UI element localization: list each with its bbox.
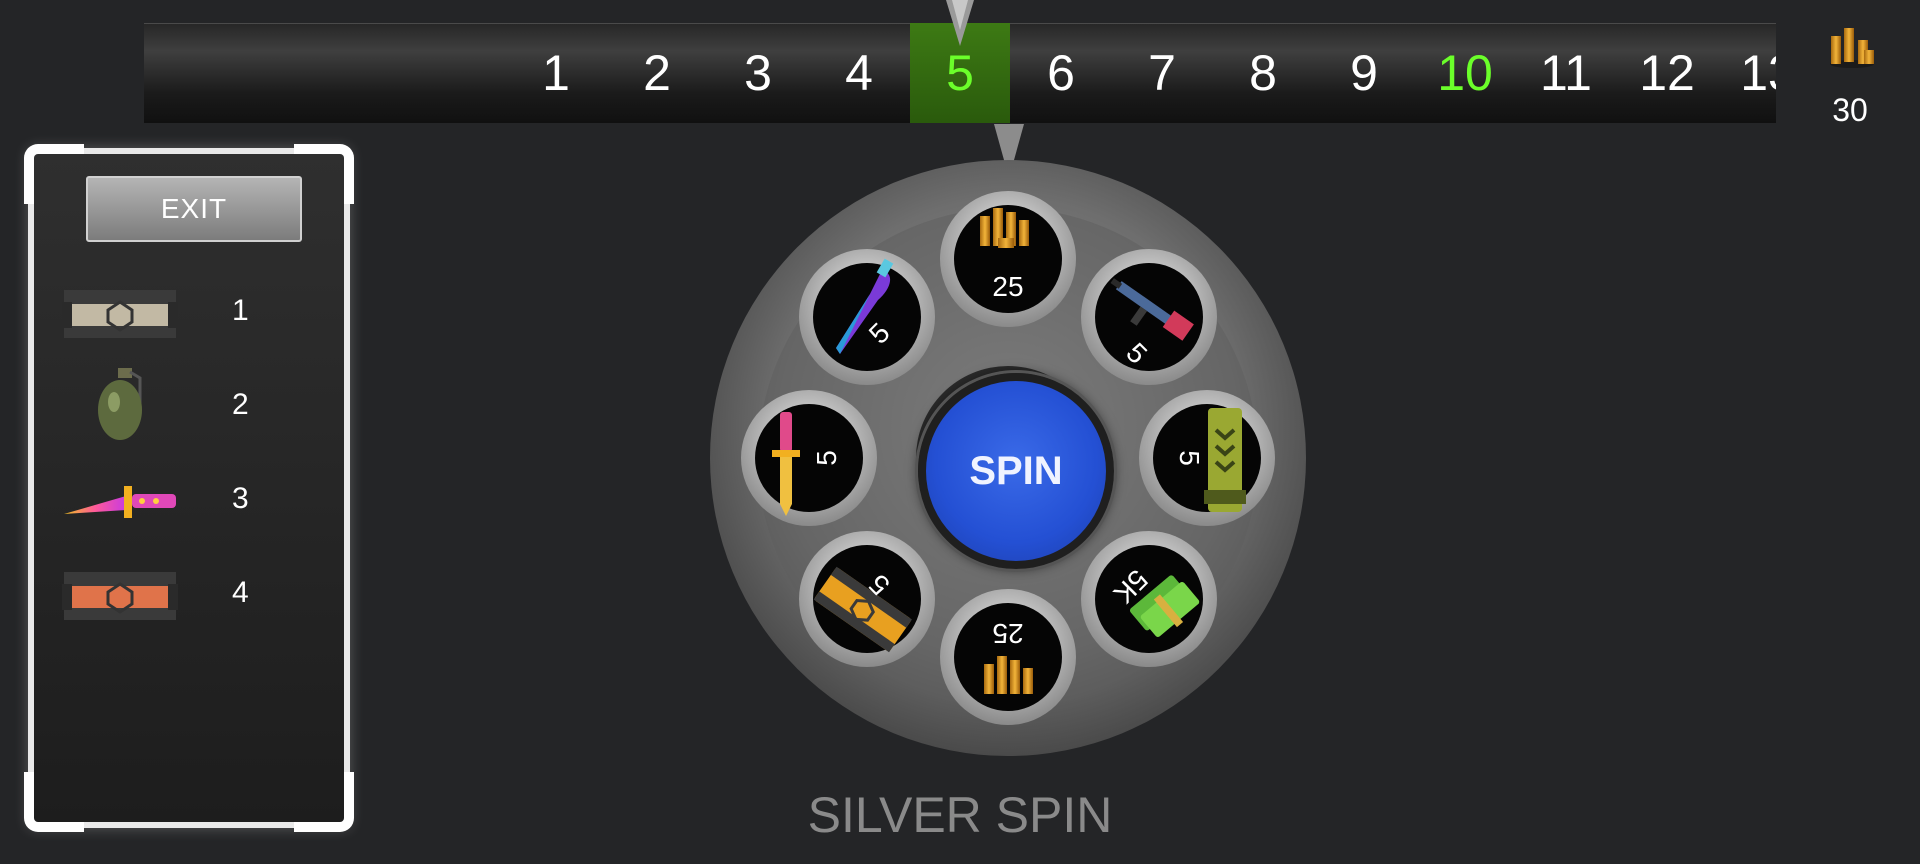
wheel-slot-value: 5 [811, 450, 842, 466]
wheel-slot-crate-5: 5 [799, 531, 935, 667]
wheel-slot-value: 25 [992, 618, 1023, 649]
coin-count: 30 [1832, 92, 1868, 128]
spin-button[interactable]: SPIN [918, 373, 1114, 569]
wheel-slot-value: 25 [992, 271, 1023, 302]
level-pointer-icon [946, 0, 974, 46]
level-2: 2 [643, 45, 671, 101]
wheel-slot-machete-5: 5 [799, 249, 935, 385]
orange-crate-icon [62, 572, 178, 620]
wheel-slot-cash-5k: 5K [1081, 531, 1217, 667]
level-7: 7 [1148, 45, 1176, 101]
level-12: 12 [1639, 45, 1695, 101]
level-10-milestone: 10 [1437, 45, 1493, 101]
wheel-slot-coins-25-bottom: 25 [940, 589, 1076, 725]
wheel-slot-coins-25: 25 [940, 191, 1076, 327]
page-title: SILVER SPIN [807, 787, 1113, 843]
exit-button[interactable]: EXIT [86, 176, 302, 242]
grenade-icon [98, 368, 142, 440]
wheel-slot-value: 5 [1174, 450, 1205, 466]
level-4: 4 [845, 45, 873, 101]
crate-icon [62, 290, 178, 338]
coin-stack-icon [1830, 28, 1874, 68]
magazine-icon [1204, 408, 1246, 512]
level-6: 6 [1047, 45, 1075, 101]
wheel-slot-rifle-5: 5 [1081, 249, 1217, 385]
level-9: 9 [1350, 45, 1378, 101]
level-13: 13 [1740, 45, 1776, 101]
reward-item: 4 [60, 554, 320, 634]
level-3: 3 [744, 45, 772, 101]
wheel-slot-bayonet-5: 5 [741, 390, 877, 526]
wheel-slot-magazine-5: 5 [1139, 390, 1275, 526]
level-1: 1 [542, 45, 570, 101]
level-11: 11 [1540, 45, 1592, 101]
coin-counter: 30 [1820, 20, 1880, 128]
reward-item: 3 [60, 460, 320, 540]
rewards-panel: EXIT 1 2 3 4 [24, 144, 354, 832]
knife-icon [64, 486, 176, 518]
level-8: 8 [1249, 45, 1277, 101]
reward-item: 2 [60, 366, 320, 446]
reward-item: 1 [60, 272, 320, 352]
